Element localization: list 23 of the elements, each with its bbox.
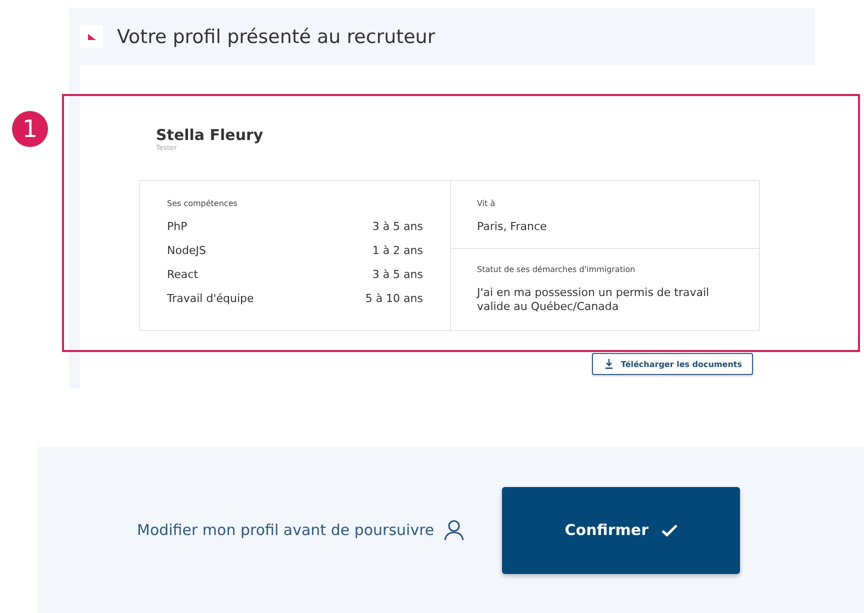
download-icon	[604, 359, 613, 369]
candidate-name: Stella Fleury	[156, 126, 264, 144]
download-button[interactable]: Télécharger les documents	[592, 353, 753, 375]
skill-duration: 5 à 10 ans	[365, 292, 423, 306]
skills-label: Ses compétences	[167, 199, 238, 208]
check-icon	[660, 524, 678, 536]
confirm-button[interactable]: Confirmer	[502, 486, 740, 574]
residence-label: Vit à	[477, 199, 496, 208]
step-badge: 1	[12, 111, 48, 147]
immigration-status: J'ai en ma possession un permis de travail valide au Québec/Canada	[477, 286, 710, 314]
skill-name: Travail d'équipe	[167, 292, 254, 306]
skill-name: NodeJS	[167, 244, 206, 258]
skill-name: React	[167, 268, 198, 282]
user-icon	[444, 519, 464, 541]
logo-icon	[80, 25, 103, 48]
edit-profile-link[interactable]: Modifier mon profil avant de poursuivre	[137, 519, 464, 541]
skill-duration: 3 à 5 ans	[372, 220, 423, 234]
residence-value: Paris, France	[477, 220, 548, 234]
skill-name: PhP	[167, 220, 188, 234]
skill-duration: 3 à 5 ans	[372, 268, 423, 282]
skill-duration: 1 à 2 ans	[372, 244, 423, 258]
section-title: Votre profil présenté au recruteur	[117, 26, 436, 48]
immigration-label: Statut de ses démarches d'immigration	[477, 265, 636, 274]
